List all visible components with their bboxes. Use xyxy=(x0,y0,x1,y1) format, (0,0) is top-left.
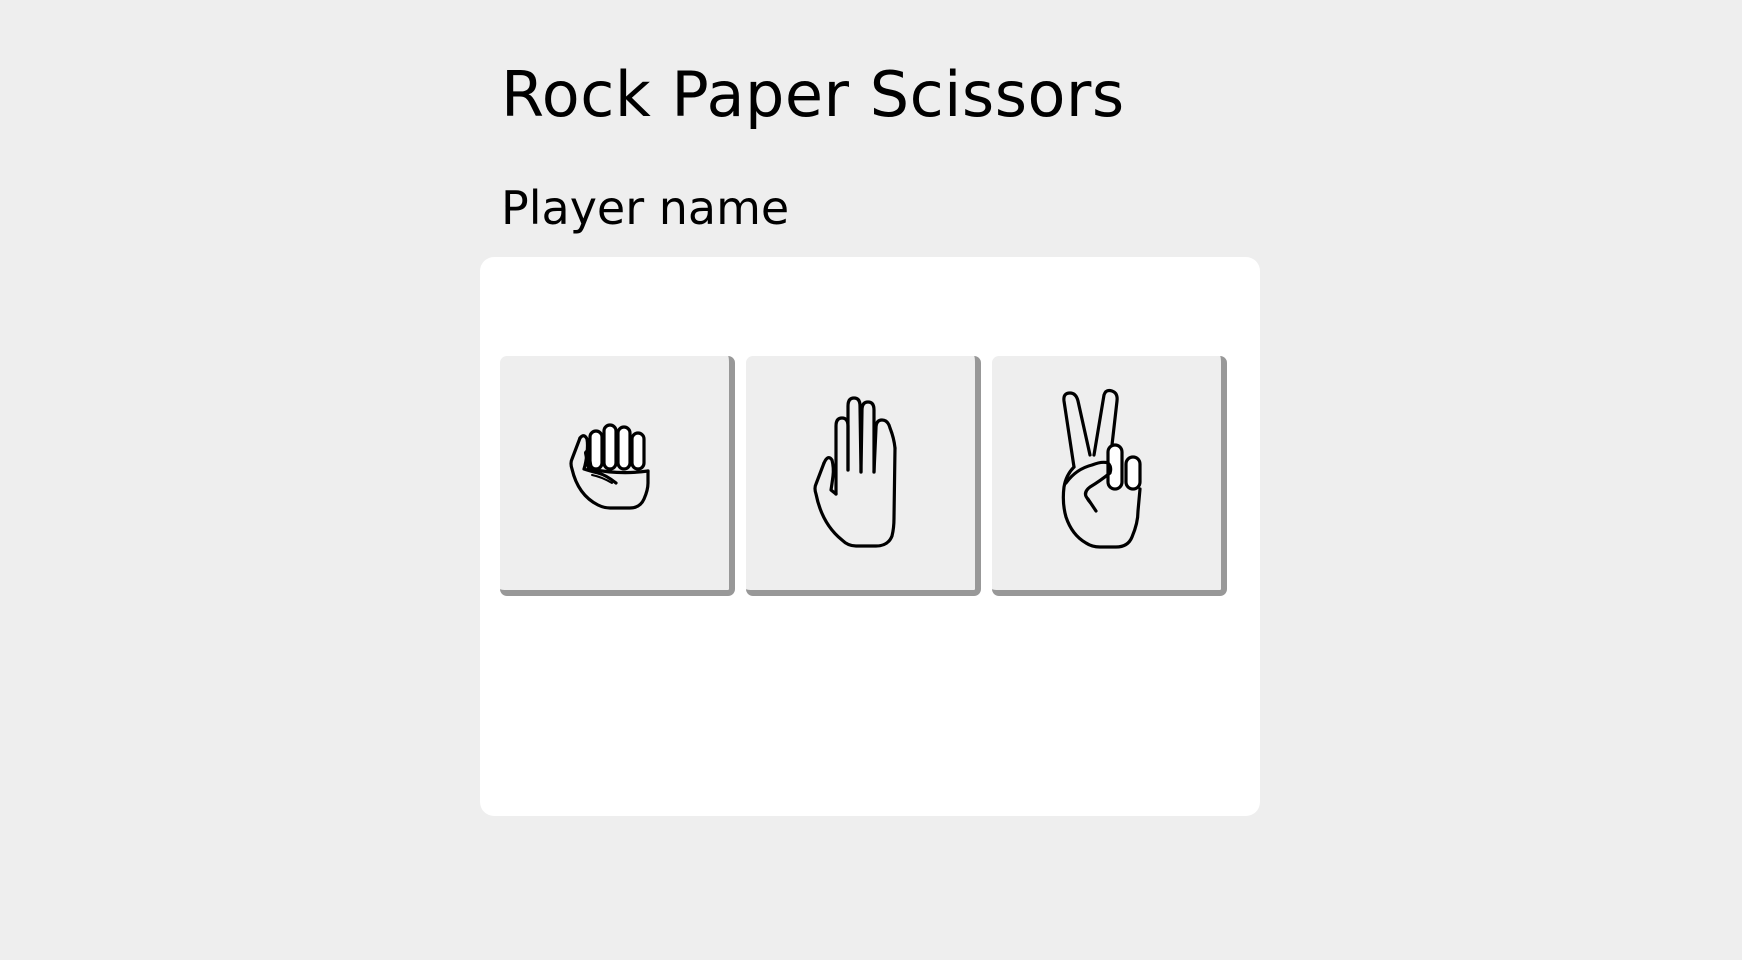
peace-hand-icon xyxy=(1061,388,1142,549)
game-board xyxy=(480,257,1260,816)
open-hand-icon xyxy=(812,396,897,548)
player-name-label: Player name xyxy=(501,181,790,235)
rock-button[interactable] xyxy=(500,356,735,596)
paper-button[interactable] xyxy=(746,356,981,596)
fist-hand-icon xyxy=(568,423,650,510)
scissors-button[interactable] xyxy=(992,356,1227,596)
game-page: Rock Paper Scissors Player name xyxy=(0,0,1742,960)
page-title: Rock Paper Scissors xyxy=(501,58,1125,131)
